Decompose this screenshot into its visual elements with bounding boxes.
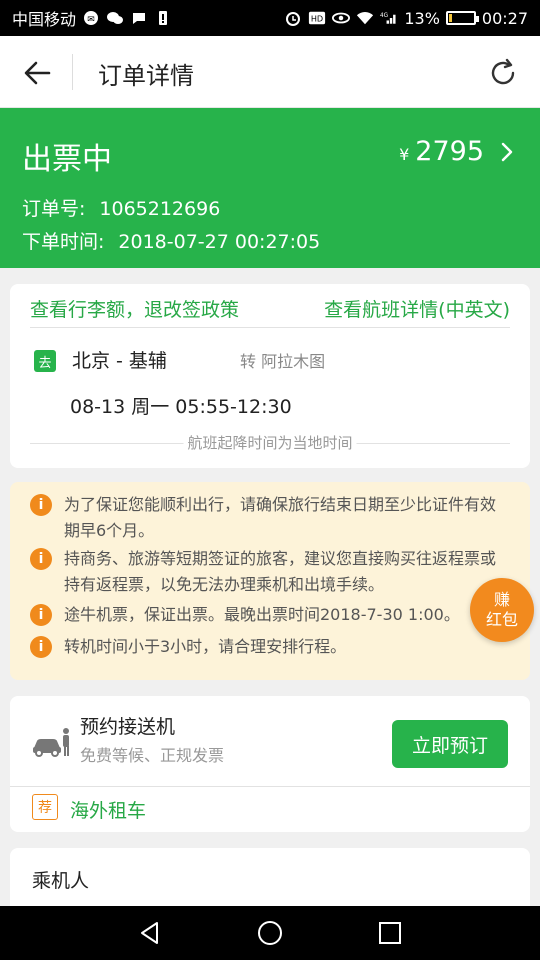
info-icon: i <box>30 636 52 658</box>
baggage-policy-link[interactable]: 查看行李额，退改签政策 <box>30 292 239 328</box>
order-price: 2795 <box>415 136 484 167</box>
chevron-right-icon <box>501 142 513 161</box>
status-bar: 中国移动 ✉ HD 4G 13% 00:27 <box>0 0 540 36</box>
order-status: 出票中 <box>22 142 112 177</box>
eye-icon <box>332 10 351 26</box>
transfer-divider <box>10 786 530 787</box>
wifi-icon <box>356 10 374 26</box>
price-link[interactable]: ¥ 2795 <box>399 136 514 167</box>
flight-links: 查看行李额，退改签政策 查看航班详情(中英文) <box>30 292 510 328</box>
system-nav-bar <box>0 906 540 960</box>
clock: 00:27 <box>481 8 528 28</box>
triangle-back-icon <box>141 922 158 944</box>
overseas-car-rental-link[interactable]: 海外租车 <box>70 796 146 823</box>
title-divider <box>72 54 73 90</box>
notice-text: 为了保证您能顺利出行，请确保旅行结束日期至少比证件有效期早6个月。 <box>64 495 497 540</box>
flight-datetime: 08-13 周一 05:55-12:30 <box>70 396 292 418</box>
notice-item: i 转机时间小于3小时，请合理安排行程。 <box>30 634 510 660</box>
nav-home-button[interactable] <box>250 913 290 953</box>
alarm-icon <box>284 10 302 26</box>
battery-percent: 13% <box>404 8 440 28</box>
order-time: 2018-07-27 00:27:05 <box>118 231 321 253</box>
nav-recents-button[interactable] <box>370 913 410 953</box>
notice-item: i 为了保证您能顺利出行，请确保旅行结束日期至少比证件有效期早6个月。 <box>30 492 510 544</box>
svg-text:HD: HD <box>311 14 323 24</box>
order-number: 1065212696 <box>99 198 221 220</box>
passenger-section-title: 乘机人 <box>32 870 90 892</box>
refresh-icon <box>491 58 515 85</box>
order-time-label: 下单时间: <box>22 231 105 253</box>
square-recents-icon <box>379 922 401 944</box>
order-number-label: 订单号: <box>22 198 86 220</box>
battery-icon <box>445 11 479 25</box>
info-icon: i <box>30 494 52 516</box>
circle-home-icon <box>258 921 282 945</box>
back-button[interactable] <box>18 54 56 92</box>
info-icon: i <box>30 604 52 626</box>
transfer-service-subtitle: 免费等候、正规发票 <box>80 746 225 765</box>
transfer-service-title: 预约接送机 <box>80 716 176 738</box>
title-bar: 订单详情 <box>0 36 540 108</box>
airport-transfer-card: 预约接送机 免费等候、正规发票 立即预订 荐 海外租车 <box>10 696 530 832</box>
local-time-note-text: 航班起降时间为当地时间 <box>183 432 357 453</box>
notice-text: 转机时间小于3小时，请合理安排行程。 <box>64 637 347 656</box>
order-status-panel: 出票中 ¥ 2795 订单号: 1065212696 下单时间: 2018-07-2… <box>0 108 540 268</box>
notice-item: i 持商务、旅游等短期签证的旅客，建议您直接购买往返程票或持有返程票，以免无法办… <box>30 546 510 598</box>
arrow-left-icon <box>24 61 51 85</box>
notice-text: 途牛机票，保证出票。最晚出票时间2018-7-30 1:00。 <box>64 605 460 624</box>
info-icon: i <box>30 548 52 570</box>
currency-symbol: ¥ <box>399 145 410 164</box>
transfer-city: 转 阿拉木图 <box>240 352 326 371</box>
red-packet-line1: 赚 <box>493 590 510 609</box>
car-person-icon <box>33 728 69 757</box>
notice-text: 持商务、旅游等短期签证的旅客，建议您直接购买往返程票或持有返程票，以免无法办理乘… <box>64 549 497 594</box>
outbound-badge: 去 <box>34 350 56 372</box>
alert-icon <box>154 10 172 26</box>
wechat-icon <box>106 10 124 26</box>
nav-back-button[interactable] <box>130 913 170 953</box>
notification-icon: ✉ <box>82 10 100 26</box>
red-packet-button[interactable]: 赚 红包 <box>470 578 534 642</box>
notice-panel: i 为了保证您能顺利出行，请确保旅行结束日期至少比证件有效期早6个月。 i 持商… <box>10 482 530 680</box>
order-number-row: 订单号: 1065212696 <box>22 194 220 221</box>
order-time-row: 下单时间: 2018-07-27 00:27:05 <box>22 227 320 254</box>
book-now-button[interactable]: 立即预订 <box>392 720 508 768</box>
page-title: 订单详情 <box>98 62 194 90</box>
hd-icon: HD <box>308 10 326 26</box>
svg-text:✉: ✉ <box>87 15 95 25</box>
refresh-button[interactable] <box>484 54 522 92</box>
carrier-label: 中国移动 <box>12 10 77 29</box>
notice-item: i 途牛机票，保证出票。最晚出票时间2018-7-30 1:00。 <box>30 602 510 628</box>
red-packet-line2: 红包 <box>485 610 518 629</box>
signal-icon: 4G <box>380 10 398 26</box>
flight-card: 查看行李额，退改签政策 查看航班详情(中英文) 去 北京 - 基辅 转 阿拉木图… <box>10 284 530 468</box>
message-icon <box>130 10 148 26</box>
svg-text:4G: 4G <box>380 13 388 19</box>
flight-route: 北京 - 基辅 <box>72 350 167 372</box>
recommend-badge: 荐 <box>32 794 58 820</box>
local-time-note: 航班起降时间为当地时间 <box>30 432 510 456</box>
flight-detail-link[interactable]: 查看航班详情(中英文) <box>324 292 510 328</box>
